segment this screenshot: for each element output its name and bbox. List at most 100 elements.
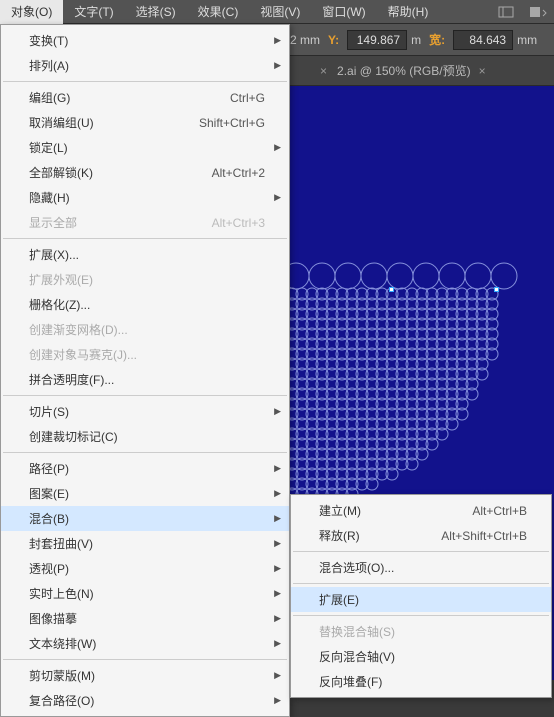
menu-item-label: 取消编组(U) [29,114,94,131]
menu-item: 创建对象马赛克(J)... [1,342,289,367]
blend-submenu: 建立(M) Alt+Ctrl+B 释放(R) Alt+Shift+Ctrl+B 混合选项… [290,494,552,698]
tab-prev-close[interactable]: × [320,64,327,78]
menu-item-label: 剪切蒙版(M) [29,667,95,684]
menu-item-label: 文本绕排(W) [29,635,96,652]
menu-shortcut: Alt+Ctrl+2 [212,166,265,180]
menu-item[interactable]: 编组(G) Ctrl+G [1,85,289,110]
menu-item[interactable]: 封套扭曲(V) [1,531,289,556]
menu-item-label: 图案(E) [29,485,69,502]
menu-separator [3,81,287,82]
menu-item-label: 全部解锁(K) [29,164,93,181]
handle-ne[interactable] [494,287,499,292]
menu-item[interactable]: 排列(A) [1,53,289,78]
menu-separator [3,659,287,660]
menu-item[interactable]: 混合选项(O)... [291,555,551,580]
menu-item: 显示全部Alt+Ctrl+3 [1,210,289,235]
menu-item: 替换混合轴(S) [291,619,551,644]
close-icon[interactable]: × [479,64,486,78]
menu-select[interactable]: 选择(S) [125,0,187,24]
menu-item[interactable]: 变换(T) [1,28,289,53]
menu-item[interactable]: 透视(P) [1,556,289,581]
object-dropdown-menu: 变换(T) 排列(A) 编组(G) Ctrl+G 取消编组(U) Shift+Ctrl+G… [0,24,290,717]
menu-effect[interactable]: 效果(C) [187,0,250,24]
menu-item-label: 编组(G) [29,89,70,106]
menu-item-label: 复合路径(O) [29,692,94,709]
menu-item[interactable]: 拼合透明度(F)... [1,367,289,392]
menu-item[interactable]: 反向混合轴(V) [291,644,551,669]
menu-item-label: 混合选项(O)... [319,559,394,576]
menu-item-label: 图像描摹 [29,610,77,627]
handle-n[interactable] [389,287,394,292]
menu-item-label: 释放(R) [319,527,360,544]
menu-item[interactable]: 释放(R) Alt+Shift+Ctrl+B [291,523,551,548]
menu-item-label: 创建渐变网格(D)... [29,321,128,338]
y-label: Y: [324,33,343,47]
unit-m: m [411,33,421,47]
menu-item-label: 切片(S) [29,403,69,420]
menu-item[interactable]: 复合路径(O) [1,688,289,713]
menu-shortcut: Shift+Ctrl+G [199,116,265,130]
menu-separator [293,583,549,584]
menu-item[interactable]: 全部解锁(K) Alt+Ctrl+2 [1,160,289,185]
y-value[interactable]: 149.867 [347,30,407,50]
tab-label: 2.ai @ 150% (RGB/预览) [337,62,471,79]
menu-view[interactable]: 视图(V) [249,0,311,24]
menu-object[interactable]: 对象(O) [0,0,63,24]
menu-shortcut: Ctrl+G [230,91,265,105]
menu-item-label: 替换混合轴(S) [319,623,395,640]
w-value[interactable]: 84.643 [453,30,513,50]
menu-item-label: 栅格化(Z)... [29,296,90,313]
menu-item-label: 拼合透明度(F)... [29,371,114,388]
menu-separator [293,551,549,552]
menu-item[interactable]: 混合(B) [1,506,289,531]
menu-item[interactable]: 图案(E) [1,481,289,506]
menu-item-label: 扩展(X)... [29,246,79,263]
menu-item-label: 锁定(L) [29,139,68,156]
unit-display: 2 mm [290,33,320,47]
menu-item[interactable]: 图像描摹 [1,606,289,631]
arrange-icon[interactable] [522,2,554,22]
layout-icon[interactable] [490,2,522,22]
menu-item[interactable]: 建立(M) Alt+Ctrl+B [291,498,551,523]
menubar: 对象(O) 文字(T) 选择(S) 效果(C) 视图(V) 窗口(W) 帮助(H… [0,0,554,24]
menu-item-label: 创建对象马赛克(J)... [29,346,137,363]
menu-window[interactable]: 窗口(W) [311,0,376,24]
menu-item: 创建渐变网格(D)... [1,317,289,342]
menu-item[interactable]: 路径(P) [1,456,289,481]
document-tab[interactable]: 2.ai @ 150% (RGB/预览) × [327,56,496,85]
menu-item-label: 隐藏(H) [29,189,70,206]
menu-item[interactable]: 反向堆叠(F) [291,669,551,694]
menu-item-label: 扩展外观(E) [29,271,93,288]
menu-item[interactable]: 切片(S) [1,399,289,424]
menu-item: 扩展外观(E) [1,267,289,292]
menu-item[interactable]: 实时上色(N) [1,581,289,606]
menu-item-label: 路径(P) [29,460,69,477]
menu-separator [3,395,287,396]
unit-mm2: mm [517,33,537,47]
menu-item-label: 封套扭曲(V) [29,535,93,552]
menu-separator [3,452,287,453]
menu-item-label: 混合(B) [29,510,69,527]
menu-item-label: 实时上色(N) [29,585,94,602]
menu-type[interactable]: 文字(T) [63,0,124,24]
menu-separator [293,615,549,616]
menu-item[interactable]: 隐藏(H) [1,185,289,210]
menu-item[interactable]: 取消编组(U) Shift+Ctrl+G [1,110,289,135]
menu-shortcut: Alt+Ctrl+B [472,504,527,518]
menu-item[interactable]: 扩展(E) [291,587,551,612]
w-label: 宽: [425,31,449,48]
menu-item[interactable]: 创建裁切标记(C) [1,424,289,449]
menu-item-label: 显示全部 [29,214,77,231]
menu-shortcut: Alt+Shift+Ctrl+B [441,529,527,543]
menu-help[interactable]: 帮助(H) [377,0,440,24]
menu-item-label: 建立(M) [319,502,361,519]
menu-separator [3,238,287,239]
menu-item[interactable]: 剪切蒙版(M) [1,663,289,688]
menu-item[interactable]: 栅格化(Z)... [1,292,289,317]
menu-item[interactable]: 文本绕排(W) [1,631,289,656]
menu-item[interactable]: 锁定(L) [1,135,289,160]
menu-item-label: 变换(T) [29,32,68,49]
menu-item[interactable]: 扩展(X)... [1,242,289,267]
menu-item-label: 创建裁切标记(C) [29,428,118,445]
menu-item-label: 排列(A) [29,57,69,74]
